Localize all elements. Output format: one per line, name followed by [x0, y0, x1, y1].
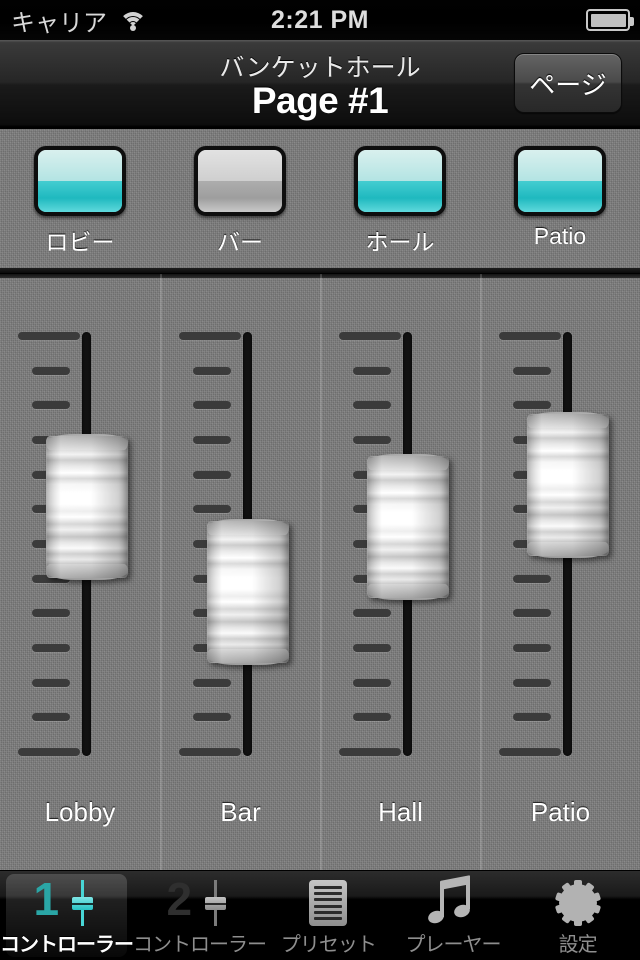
fader-tick: [513, 678, 551, 687]
fader-tick: [32, 401, 70, 410]
music-note-icon: [426, 875, 478, 927]
tab-music-note[interactable]: プレーヤー: [391, 871, 516, 960]
page-button[interactable]: ページ: [514, 53, 622, 113]
fader-tick: [513, 574, 551, 583]
mixer-fader-area: Lobby Bar Hall Patio: [0, 274, 640, 870]
zone-toggle-button[interactable]: [514, 146, 606, 216]
fader-tick: [513, 366, 551, 375]
fader-tick: [499, 332, 561, 340]
fader-tick: [193, 401, 231, 410]
fader-tick: [353, 609, 391, 618]
fader-tick: [499, 748, 561, 756]
document-icon: [309, 879, 348, 927]
channel-divider: [321, 274, 322, 870]
fader-tick: [193, 678, 231, 687]
zone-toggle-1[interactable]: ロビー: [0, 129, 160, 268]
battery-full-icon: [586, 9, 634, 31]
fader-tick: [18, 332, 80, 340]
tab-document[interactable]: プリセット: [266, 871, 391, 960]
zone-toggle-label: バー: [217, 229, 263, 255]
status-bar-right: [586, 9, 634, 31]
channel-label: Hall: [378, 797, 423, 827]
fader-tick: [353, 436, 391, 444]
fader-tick: [193, 436, 231, 444]
channel-label: Patio: [530, 797, 591, 827]
navigation-bar: バンケットホール Page #1 ページ: [0, 40, 640, 128]
tab-label: プレーヤー: [405, 934, 502, 956]
status-bar: キャリア 2:21 PM: [0, 0, 640, 40]
fader-tick: [339, 748, 401, 756]
fader-tick: [353, 401, 391, 410]
fader-knob[interactable]: [207, 518, 289, 665]
tab-label: プリセット: [280, 934, 377, 956]
fader-tick: [193, 470, 231, 479]
fader-2-icon: 2: [166, 873, 233, 927]
tab-badge-number: 2: [166, 873, 193, 925]
fader-tick: [32, 713, 70, 722]
fader-tick: [513, 401, 551, 410]
tab-label: 設定: [558, 934, 598, 956]
channel-divider: [161, 274, 162, 870]
tab-badge-number: 1: [33, 873, 60, 925]
mixer-channel-3: Hall: [320, 274, 480, 870]
fader-tick: [513, 644, 551, 652]
channel-label: Bar: [220, 797, 261, 827]
channel-divider: [481, 274, 482, 870]
clock-label: 2:21 PM: [271, 5, 369, 34]
fader-tick: [353, 678, 391, 687]
fader-tick: [513, 713, 551, 722]
fader-tick: [353, 713, 391, 722]
zone-toggle-label: ホール: [365, 229, 435, 255]
mixer-channel-1: Lobby: [0, 274, 160, 870]
tab-label: コントローラー: [0, 934, 134, 956]
zone-toggle-button[interactable]: [194, 146, 286, 216]
zone-toggle-4[interactable]: Patio: [480, 129, 640, 268]
channel-label: Lobby: [44, 797, 116, 827]
zone-toggle-row: ロビー バー ホール Patio: [0, 129, 640, 273]
mixer-channel-2: Bar: [160, 274, 320, 870]
fader-tick: [193, 505, 231, 514]
gear-icon: [554, 879, 601, 927]
fader-knob[interactable]: [527, 411, 609, 558]
fader-1-icon: 1: [33, 873, 100, 927]
tab-bar: 1 コントローラー 2 コントローラー プリセット プレーヤー 設定: [0, 870, 640, 960]
zone-toggle-button[interactable]: [34, 146, 126, 216]
zone-toggle-label: ロビー: [45, 229, 115, 255]
fader-tick: [18, 748, 80, 756]
tab-fader-2[interactable]: 2 コントローラー: [133, 871, 267, 960]
zone-toggle-button[interactable]: [354, 146, 446, 216]
fader-tick: [32, 609, 70, 618]
tab-fader-1[interactable]: 1 コントローラー: [0, 871, 134, 960]
tab-label: コントローラー: [133, 934, 267, 956]
fader-knob[interactable]: [46, 434, 128, 581]
fader-tick: [179, 748, 241, 756]
fader-tick: [353, 644, 391, 652]
fader-tick: [193, 713, 231, 722]
fader-tick: [513, 609, 551, 618]
zone-toggle-label: Patio: [533, 223, 587, 249]
app-root: キャリア 2:21 PM バンケットホール Page #1 ページ ロビー バー ホ…: [0, 0, 640, 960]
fader-tick: [32, 678, 70, 687]
zone-toggle-3[interactable]: ホール: [320, 129, 480, 268]
zone-toggle-2[interactable]: バー: [160, 129, 320, 268]
mixer-channel-4: Patio: [480, 274, 640, 870]
fader-tick: [353, 366, 391, 375]
fader-tick: [339, 332, 401, 340]
tab-gear[interactable]: 設定: [515, 871, 640, 960]
fader-tick: [32, 644, 70, 652]
fader-knob[interactable]: [367, 454, 449, 601]
fader-tick: [32, 366, 70, 375]
fader-tick: [193, 366, 231, 375]
fader-tick: [179, 332, 241, 340]
